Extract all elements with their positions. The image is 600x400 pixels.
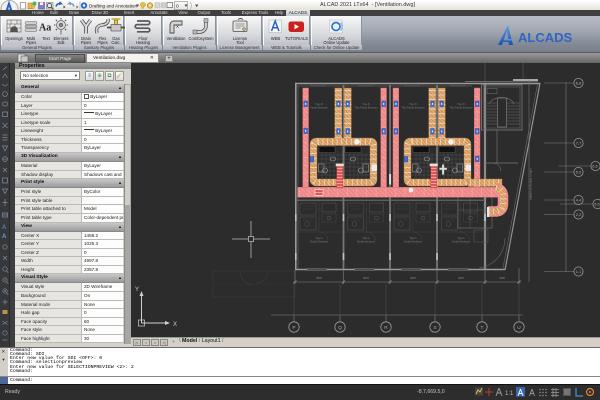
svg-text:Double Bedroom: Double Bedroom	[404, 241, 422, 244]
svg-text:3970: 3970	[410, 276, 416, 280]
svg-text:3970: 3970	[458, 276, 464, 280]
svg-text:4,4: 4,4	[576, 198, 582, 203]
svg-text:5,5: 5,5	[576, 170, 582, 175]
svg-text:6,8: 6,8	[576, 81, 582, 86]
svg-text:Q: Q	[338, 325, 342, 331]
svg-text:2,2: 2,2	[576, 212, 582, 217]
svg-text:Twin Family Bedroom: Twin Family Bedroom	[402, 107, 425, 110]
svg-text:Double Bedroom: Double Bedroom	[357, 241, 375, 244]
svg-text:U: U	[517, 325, 521, 331]
svg-text:3970: 3970	[363, 276, 369, 280]
svg-text:Aa: Aa	[39, 23, 51, 34]
svg-text:Double Bedroom: Double Bedroom	[452, 241, 470, 244]
svg-text:Drafting and Annotation: Drafting and Annotation	[89, 4, 137, 9]
svg-text:6,6: 6,6	[592, 164, 598, 169]
svg-text:Additional Module Length: Additional Module Length	[529, 168, 533, 200]
svg-text:Family Bedroom: Family Bedroom	[310, 107, 327, 110]
svg-text:5,5: 5,5	[594, 202, 600, 207]
svg-text:Twin Family Bedroom: Twin Family Bedroom	[450, 107, 473, 110]
svg-text:A: A	[2, 225, 7, 231]
svg-text:3345: 3345	[499, 276, 505, 280]
svg-text:1:1: 1:1	[505, 391, 514, 397]
svg-text:X: X	[173, 322, 177, 328]
svg-text:Y: Y	[135, 287, 139, 293]
svg-text:P: P	[292, 325, 295, 331]
svg-text:ALCADS: ALCADS	[518, 30, 572, 45]
svg-text:1,1: 1,1	[576, 269, 582, 274]
svg-text:T: T	[481, 325, 484, 331]
svg-text:R: R	[384, 325, 388, 331]
svg-text:3970: 3970	[316, 276, 322, 280]
svg-text:Double Bedroom: Double Bedroom	[310, 241, 328, 244]
svg-text:0: 0	[176, 4, 179, 10]
svg-text:7,7: 7,7	[576, 141, 582, 146]
svg-text:Twin Family Bedroom: Twin Family Bedroom	[355, 107, 378, 110]
svg-text:A: A	[2, 234, 7, 240]
svg-text:S: S	[433, 325, 436, 331]
